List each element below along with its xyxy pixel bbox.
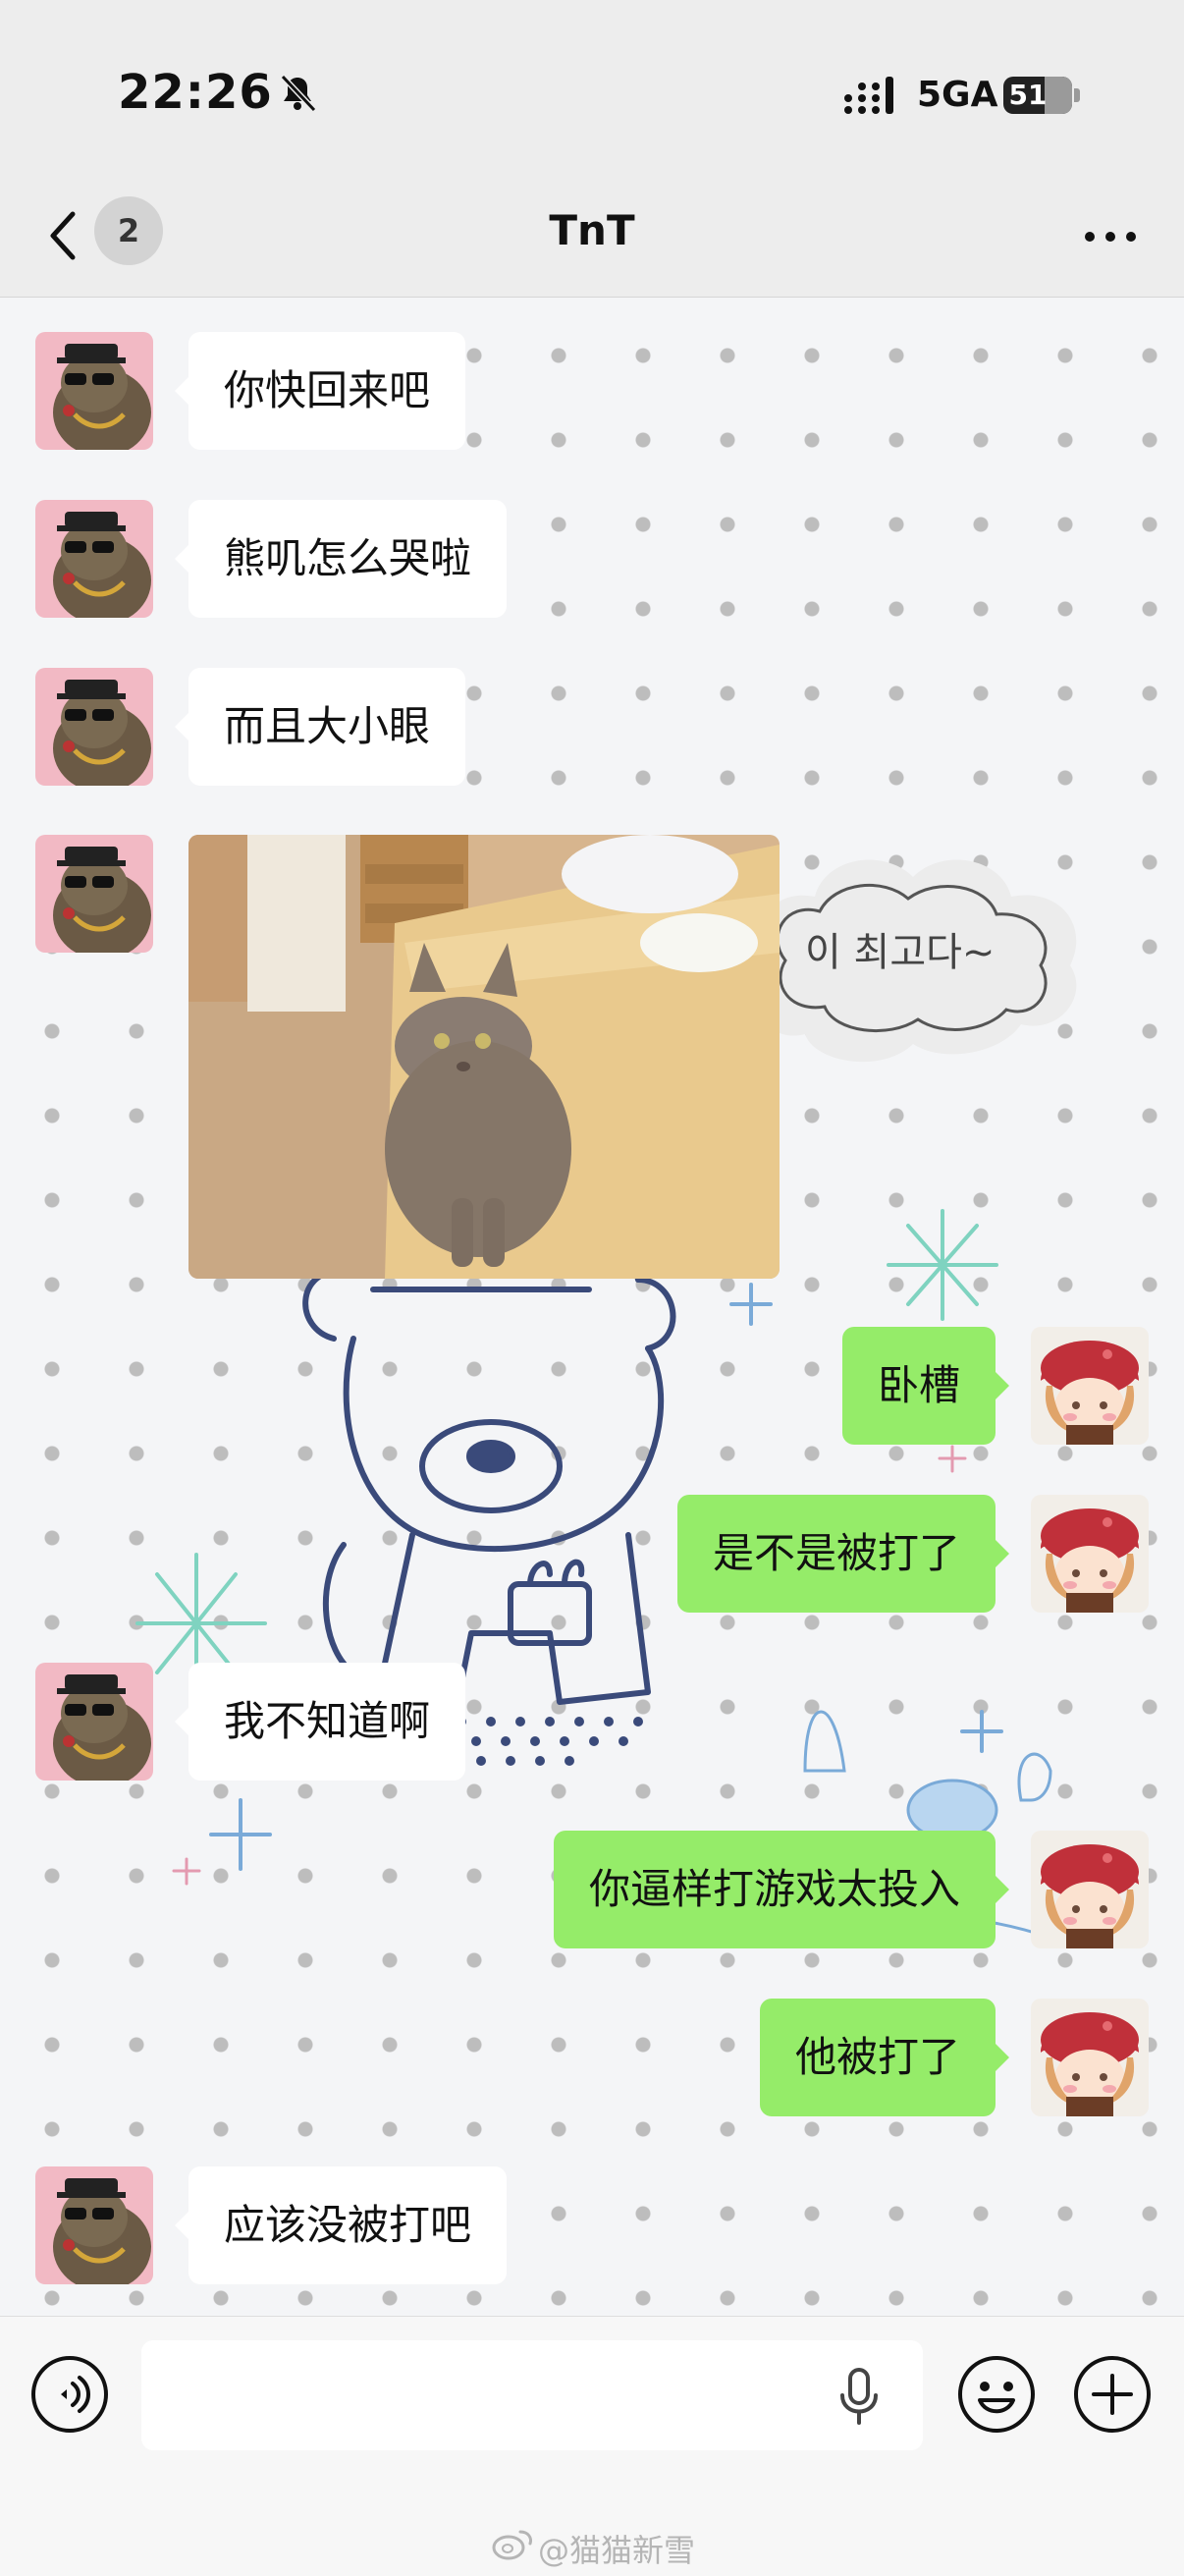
battery-indicator: 51 <box>1003 77 1080 114</box>
status-bar: 22:26 5GA 51 <box>0 0 1184 177</box>
weibo-icon <box>492 2530 532 2560</box>
contact-avatar[interactable] <box>35 668 153 786</box>
voice-icon[interactable] <box>29 2354 110 2435</box>
battery-level: 51 <box>1008 79 1048 111</box>
my-avatar[interactable] <box>1031 1327 1149 1445</box>
message-bubble-incoming[interactable]: 你快回来吧 <box>174 332 466 450</box>
message-bubble-incoming[interactable]: 应该没被打吧 <box>174 2166 508 2284</box>
my-avatar[interactable] <box>1031 1999 1149 2116</box>
network-type: 5GA <box>917 75 998 115</box>
message-bubble-outgoing[interactable]: 他被打了 <box>759 1999 1010 2116</box>
contact-avatar[interactable] <box>35 332 153 450</box>
my-avatar[interactable] <box>1031 1495 1149 1613</box>
signal-icon <box>844 77 893 114</box>
wallpaper-cloud-text: 이 최고다~ <box>805 930 995 975</box>
contact-avatar[interactable] <box>35 500 153 618</box>
my-avatar[interactable] <box>1031 1831 1149 1948</box>
message-bubble-outgoing[interactable]: 卧槽 <box>841 1327 1010 1445</box>
message-bubble-incoming[interactable]: 而且大小眼 <box>174 668 466 786</box>
plus-icon[interactable] <box>1072 2354 1153 2435</box>
contact-avatar[interactable] <box>35 1663 153 1781</box>
message-bubble-incoming[interactable]: 熊叽怎么哭啦 <box>174 500 508 618</box>
bell-off-icon <box>280 74 317 113</box>
image-message[interactable] <box>188 835 780 1279</box>
status-time: 22:26 <box>118 65 273 120</box>
chat-title: TnT <box>549 206 635 254</box>
watermark: @猫猫新雪 <box>538 2532 696 2569</box>
contact-avatar[interactable] <box>35 835 153 953</box>
message-list[interactable]: 이 최고다~ 你快回来吧 熊叽怎么哭啦 而且大小眼 卧槽 是不是被打了 我不知道… <box>0 298 1184 2316</box>
message-bubble-incoming[interactable]: 我不知道啊 <box>174 1663 466 1781</box>
more-horizontal-icon[interactable] <box>1076 212 1145 261</box>
message-input[interactable] <box>141 2340 923 2450</box>
chat-header: 2 TnT <box>0 177 1184 298</box>
message-bubble-outgoing[interactable]: 是不是被打了 <box>676 1495 1010 1613</box>
emoji-icon[interactable] <box>956 2354 1037 2435</box>
chat-wallpaper: 이 최고다~ <box>135 859 1077 1940</box>
message-bubble-outgoing[interactable]: 你逼样打游戏太投入 <box>553 1831 1010 1948</box>
contact-avatar[interactable] <box>35 2166 153 2284</box>
microphone-icon[interactable] <box>834 2366 884 2427</box>
